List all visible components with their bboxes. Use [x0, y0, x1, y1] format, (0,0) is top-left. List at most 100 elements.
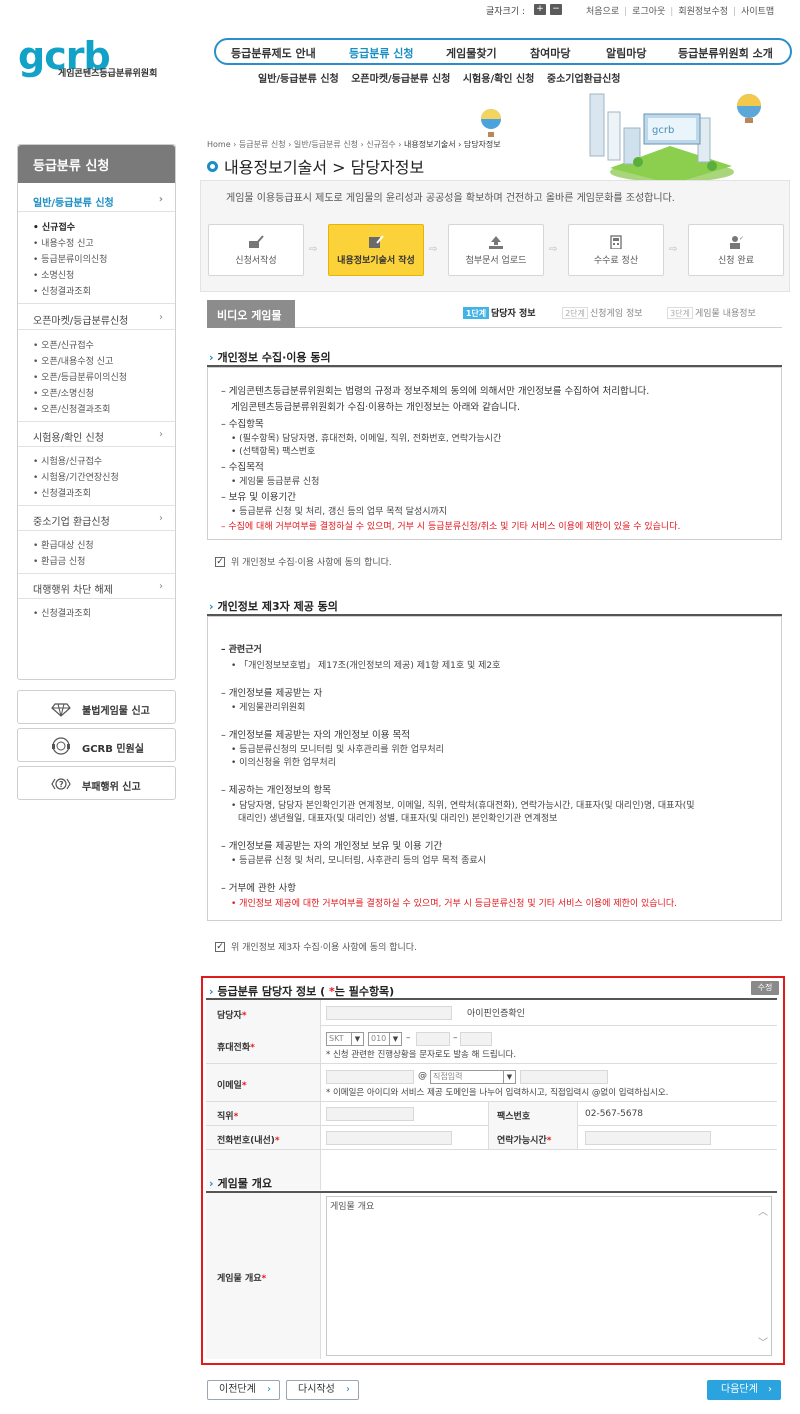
position-label: 직위* — [217, 1112, 239, 1122]
manager-name-input[interactable] — [326, 1006, 452, 1020]
scroll-up-icon[interactable]: ︿ — [758, 1203, 768, 1218]
lnav-sub-refund-money[interactable]: • 환급금 신청 — [33, 554, 85, 567]
chevron-right-icon: › — [159, 513, 163, 524]
position-input[interactable] — [326, 1107, 414, 1121]
gnb-item-about[interactable]: 등급분류위원회 소개 — [678, 45, 773, 61]
gnb-item-system[interactable]: 등급분류제도 안내 — [231, 45, 316, 61]
email-domain-input[interactable] — [520, 1070, 608, 1084]
lnav-sub-refund-target[interactable]: • 환급대상 신청 — [33, 538, 94, 551]
pencil-icon — [249, 235, 264, 248]
lnav-sub-new[interactable]: • 신규접수 — [33, 220, 75, 233]
chevron-down-icon: ▼ — [503, 1071, 515, 1083]
tel-label: 전화번호(내선)* — [217, 1136, 280, 1146]
member-edit-link[interactable]: 회원정보수정 — [678, 7, 728, 17]
gnb-item-search[interactable]: 게임물찾기 — [446, 45, 497, 61]
lnav-group-refund[interactable]: 중소기업 환급신청 › — [18, 513, 175, 528]
lnav-sub-explain[interactable]: • 소명신청 — [33, 268, 74, 281]
lnav-sub-open-modify[interactable]: • 오픈/내용수정 신고 — [33, 354, 113, 367]
subgnb-general[interactable]: 일반/등급분류 신청 — [258, 74, 339, 85]
font-increase-button[interactable]: + — [534, 4, 546, 15]
privacy-third-party-title: › 개인정보 제3자 제공 동의 — [209, 600, 338, 613]
rewrite-button[interactable]: 다시작성 › — [286, 1380, 359, 1400]
step-fee: 수수료 정산 — [568, 224, 664, 276]
svg-text:gcrb: gcrb — [652, 125, 674, 136]
scroll-down-icon[interactable]: ﹀ — [758, 1334, 768, 1349]
sitemap-link[interactable]: 사이트맵 — [741, 7, 774, 17]
overview-title: › 게임물 개요 — [209, 1177, 272, 1190]
chevron-right-icon: › — [267, 1384, 271, 1395]
ipin-verify-link[interactable]: 아이핀인증확인 — [467, 1006, 525, 1019]
corruption-report-button[interactable]: ? 부패행위 신고 — [17, 766, 176, 800]
step-content-description: 내용정보기술서 작성 — [328, 224, 424, 276]
manager-label: 담당자* — [217, 1011, 247, 1021]
lnav-sub-test-new[interactable]: • 시험용/신규접수 — [33, 454, 102, 467]
font-size-label: 글자크기 : — [486, 7, 526, 17]
chevron-right-icon: › — [159, 581, 163, 592]
next-step-button[interactable]: 다음단계 › — [707, 1380, 781, 1400]
chevron-right-icon: › — [346, 1384, 350, 1395]
overview-textarea[interactable]: 게임물 개요 ︿ ﹀ — [326, 1196, 772, 1356]
title-bullet-icon — [207, 161, 218, 172]
lnav-group-unblock[interactable]: 대행행위 차단 해제 › — [18, 581, 175, 596]
substep-3: 3단계 게임물 내용정보 — [667, 306, 756, 319]
step-arrow-icon: ⇨ — [669, 244, 678, 255]
lnav-sub-open-result[interactable]: • 오픈/신청결과조회 — [33, 402, 110, 415]
diamond-icon — [51, 703, 71, 717]
lnav-sub-open-objection[interactable]: • 오픈/등급분류이의신청 — [33, 370, 127, 383]
lnav-sub-test-result[interactable]: • 신청결과조회 — [33, 486, 91, 499]
lnav-group-openmarket[interactable]: 오픈마켓/등급분류신청 › — [18, 312, 175, 327]
gnb-item-notice[interactable]: 알림마당 — [606, 45, 646, 61]
lnav-group-general[interactable]: 일반/등급분류 신청 › — [18, 194, 175, 209]
font-decrease-button[interactable]: − — [550, 4, 562, 15]
subgnb-test[interactable]: 시험용/확인 신청 — [463, 74, 535, 85]
report-icon: ? — [51, 778, 71, 790]
lnav-sub-unblock-result[interactable]: • 신청결과조회 — [33, 606, 91, 619]
left-navigation: 등급분류 신청 일반/등급분류 신청 › • 신규접수 • 내용수정 신고 • 등… — [17, 144, 176, 680]
breadcrumb-path[interactable]: Home › 등급분류 신청 › 일반/등급분류 신청 › 신규접수 › — [207, 140, 404, 149]
main-navigation: 등급분류제도 안내 등급분류 신청 게임물찾기 참여마당 알림마당 등급분류위원… — [214, 38, 792, 65]
header-illustration: gcrb — [589, 93, 761, 184]
home-link[interactable]: 처음으로 — [586, 7, 619, 17]
privacy-collect-box: – 게임콘텐츠등급분류위원회는 법령의 규정과 정보주체의 동의에 의해서만 개… — [207, 367, 782, 540]
lnav-sub-result[interactable]: • 신청결과조회 — [33, 284, 91, 297]
chevron-right-icon: › — [209, 985, 214, 998]
step-application: 신청서작성 — [208, 224, 304, 276]
step-arrow-icon: ⇨ — [429, 244, 438, 255]
svg-text:?: ? — [59, 780, 64, 789]
logout-link[interactable]: 로그아웃 — [632, 7, 665, 17]
step-arrow-icon: ⇨ — [309, 244, 318, 255]
carrier-select[interactable]: SKT ▼ — [326, 1032, 364, 1046]
lnav-group-test[interactable]: 시험용/확인 신청 › — [18, 429, 175, 444]
privacy-collect-checkbox[interactable]: ✓ — [215, 557, 225, 567]
contact-time-input[interactable] — [585, 1131, 711, 1145]
balloon-icon — [481, 109, 501, 137]
subgnb-refund[interactable]: 중소기업환급신청 — [547, 74, 621, 85]
privacy-third-party-checkbox[interactable]: ✓ — [215, 942, 225, 952]
prev-step-button[interactable]: 이전단계 › — [207, 1380, 280, 1400]
lnav-sub-test-extend[interactable]: • 시험용/기간연장신청 — [33, 470, 119, 483]
lnav-sub-open-new[interactable]: • 오픈/신규접수 — [33, 338, 94, 351]
intro-text: 게임물 이용등급표시 제도로 게임물의 윤리성과 공공성을 확보하며 건전하고 … — [226, 193, 675, 204]
gcrb-civil-office-button[interactable]: GCRB 민원실 — [17, 728, 176, 762]
chevron-right-icon: › — [768, 1384, 772, 1395]
email-id-input[interactable] — [326, 1070, 414, 1084]
lnav-sub-modify[interactable]: • 내용수정 신고 — [33, 236, 94, 249]
subgnb-openmarket[interactable]: 오픈마켓/등급분류 신청 — [351, 74, 450, 85]
phone-last-input[interactable] — [460, 1032, 492, 1046]
game-type-tab: 비디오 게임물 — [207, 300, 295, 328]
phone-middle-input[interactable] — [416, 1032, 450, 1046]
gcrb-logo[interactable]: gcrb 게임콘텐츠등급분류위원회 — [18, 36, 176, 84]
gnb-item-apply[interactable]: 등급분류 신청 — [349, 45, 414, 61]
phone-prefix-select[interactable]: 010 ▼ — [368, 1032, 402, 1046]
gnb-item-participate[interactable]: 참여마당 — [530, 45, 570, 61]
lnav-sub-open-explain[interactable]: • 오픈/소명신청 — [33, 386, 94, 399]
form-tabbar: 비디오 게임물 1단계 담당자 정보 2단계 신청게임 정보 3단계 게임물 내용정보 — [207, 300, 782, 328]
chevron-right-icon: › — [209, 1177, 214, 1190]
tel-input[interactable] — [326, 1131, 452, 1145]
contact-time-label: 연락가능시간* — [497, 1136, 552, 1146]
email-domain-select[interactable]: 직접입력 ▼ — [430, 1070, 516, 1084]
calculator-icon — [610, 235, 622, 249]
edit-button[interactable]: 수정 — [751, 981, 779, 995]
lnav-sub-objection[interactable]: • 등급분류이의신청 — [33, 252, 107, 265]
illegal-game-report-button[interactable]: 불법게임물 신고 — [17, 690, 176, 724]
